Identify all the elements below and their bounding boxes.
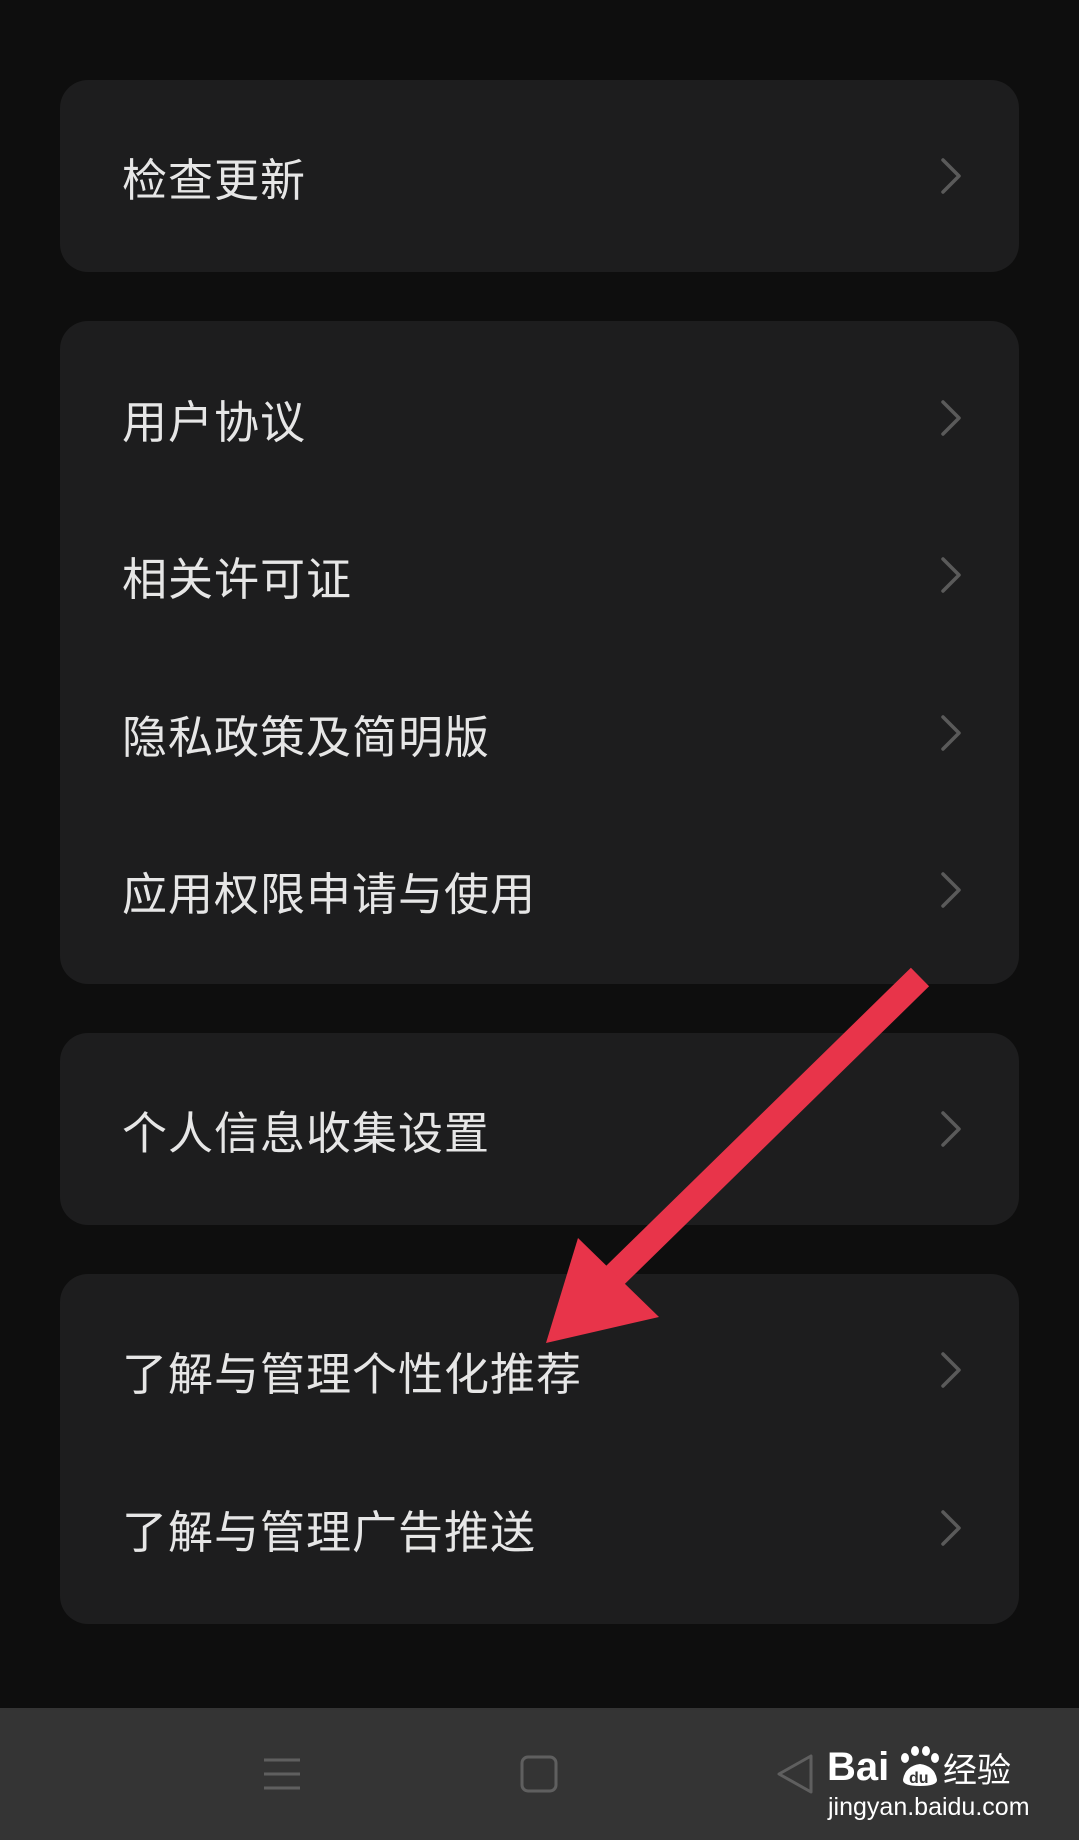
baidu-logo: Bai du 经验 <box>827 1745 1011 1791</box>
settings-group-recommendations: 了解与管理个性化推荐 了解与管理广告推送 <box>60 1274 1019 1624</box>
personal-info-collection-label: 个人信息收集设置 <box>122 1106 491 1160</box>
menu-lines-icon <box>264 1758 300 1790</box>
licenses-label: 相关许可证 <box>122 552 353 606</box>
chevron-right-icon <box>935 713 965 753</box>
settings-group-legal: 用户协议 相关许可证 隐私政策及简明版 应用权限申请与使用 <box>60 321 1019 984</box>
ad-push-label: 了解与管理广告推送 <box>122 1505 537 1559</box>
privacy-policy-label: 隐私政策及简明版 <box>122 710 491 764</box>
app-permissions-item[interactable]: 应用权限申请与使用 <box>60 811 1019 969</box>
licenses-item[interactable]: 相关许可证 <box>60 496 1019 654</box>
check-update-item[interactable]: 检查更新 <box>60 97 1019 255</box>
personalized-recommendation-item[interactable]: 了解与管理个性化推荐 <box>60 1291 1019 1449</box>
watermark-url: jingyan.baidu.com <box>828 1793 1030 1821</box>
personalized-recommendation-label: 了解与管理个性化推荐 <box>122 1347 583 1401</box>
chevron-right-icon <box>935 1109 965 1149</box>
user-agreement-item[interactable]: 用户协议 <box>60 339 1019 497</box>
chevron-right-icon <box>935 1350 965 1390</box>
svg-text:Bai: Bai <box>827 1745 889 1789</box>
back-triangle-icon <box>777 1754 813 1794</box>
home-square-icon <box>520 1755 558 1793</box>
svg-text:du: du <box>909 1770 929 1787</box>
user-agreement-label: 用户协议 <box>122 395 307 449</box>
chevron-right-icon <box>935 555 965 595</box>
settings-group-update: 检查更新 <box>60 80 1019 272</box>
chevron-right-icon <box>935 1508 965 1548</box>
chevron-right-icon <box>935 156 965 196</box>
svg-text:经验: 经验 <box>943 1751 1011 1791</box>
menu-button[interactable] <box>222 1708 342 1840</box>
chevron-right-icon <box>935 398 965 438</box>
check-update-label: 检查更新 <box>122 153 307 207</box>
chevron-right-icon <box>935 870 965 910</box>
personal-info-collection-item[interactable]: 个人信息收集设置 <box>60 1050 1019 1208</box>
settings-group-personal-info: 个人信息收集设置 <box>60 1033 1019 1225</box>
ad-push-item[interactable]: 了解与管理广告推送 <box>60 1449 1019 1607</box>
app-permissions-label: 应用权限申请与使用 <box>122 867 537 921</box>
privacy-policy-item[interactable]: 隐私政策及简明版 <box>60 654 1019 812</box>
home-button[interactable] <box>479 1708 599 1840</box>
